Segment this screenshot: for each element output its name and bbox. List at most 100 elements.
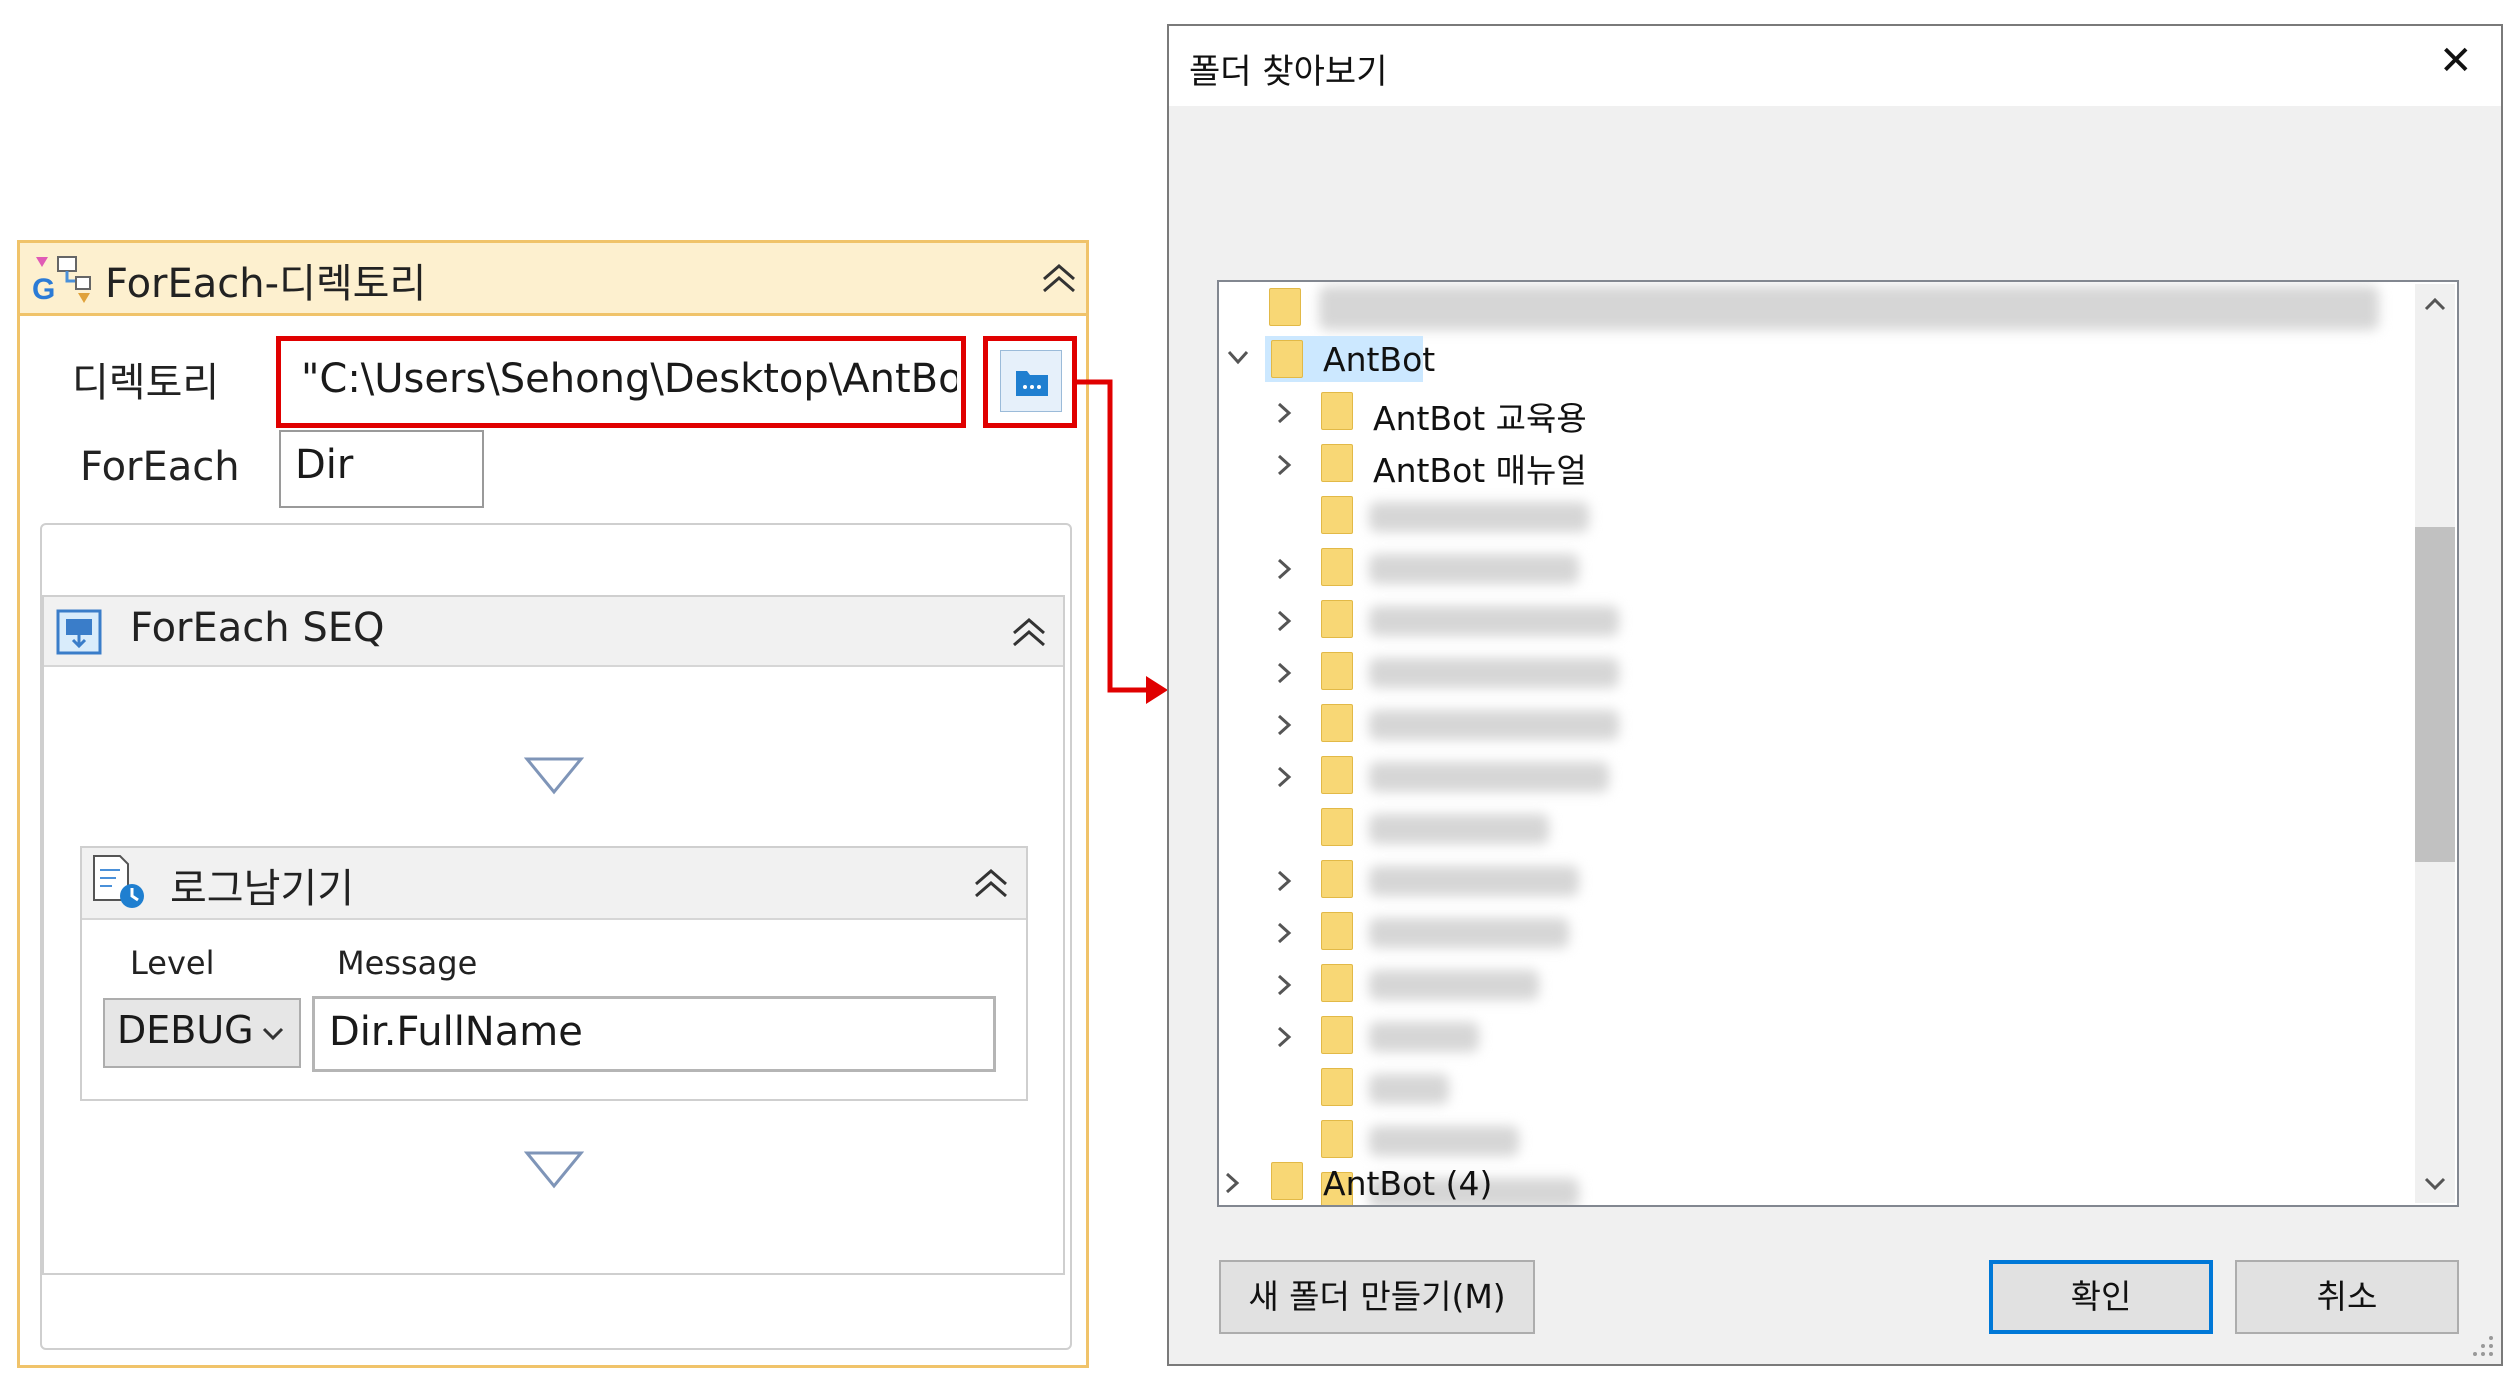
folder-icon — [1321, 392, 1353, 430]
tree-item-antbot[interactable]: AntBot — [1219, 334, 2419, 386]
message-input[interactable]: Dir.FullName — [312, 996, 996, 1072]
chevron-right-icon[interactable] — [1221, 1166, 1245, 1200]
close-icon[interactable]: ✕ — [2439, 38, 2473, 84]
foreach-activity-icon: G — [32, 256, 91, 305]
sequence-icon — [56, 609, 102, 655]
scroll-up-icon[interactable] — [2421, 292, 2449, 316]
tree-item[interactable] — [1219, 1010, 2419, 1062]
blurred-label — [1369, 866, 1579, 896]
blurred-label — [1369, 1074, 1449, 1104]
tree-item[interactable] — [1219, 854, 2419, 906]
log-activity-header[interactable]: 로그남기기 — [82, 848, 1026, 920]
chevron-right-icon[interactable] — [1273, 1020, 1297, 1054]
tree-item[interactable] — [1219, 906, 2419, 958]
tree-item-label: AntBot 매뉴얼 — [1373, 451, 1587, 490]
collapse-chevrons-icon[interactable] — [1010, 615, 1048, 649]
chevron-right-icon[interactable] — [1273, 396, 1297, 430]
folder-icon — [1321, 704, 1353, 742]
folder-icon — [1321, 652, 1353, 690]
folder-icon — [1321, 1068, 1353, 1106]
log-activity-icon — [93, 855, 144, 908]
level-dropdown[interactable]: DEBUG — [103, 998, 301, 1068]
tree-item[interactable] — [1219, 1062, 2419, 1114]
chevron-right-icon[interactable] — [1273, 760, 1297, 794]
folder-icon — [1321, 600, 1353, 638]
chevron-right-icon[interactable] — [1273, 916, 1297, 950]
drop-target-arrow-icon[interactable] — [524, 1150, 584, 1190]
tree-item[interactable] — [1219, 802, 2419, 854]
blurred-label — [1369, 606, 1619, 636]
tree-item[interactable] — [1219, 698, 2419, 750]
tree-item[interactable] — [1219, 490, 2419, 542]
tree-item-antbot-4[interactable]: AntBot (4) — [1219, 1152, 2419, 1204]
message-label: Message — [337, 944, 478, 982]
blurred-label — [1369, 814, 1549, 844]
blurred-label — [1369, 502, 1589, 532]
log-activity-title: 로그남기기 — [170, 866, 354, 912]
collapse-chevrons-icon[interactable] — [972, 866, 1010, 900]
foreach-seq-header[interactable]: ForEach SEQ — [44, 597, 1063, 667]
ok-button[interactable]: 확인 — [1989, 1260, 2213, 1334]
chevron-right-icon[interactable] — [1273, 708, 1297, 742]
folder-icon — [1321, 912, 1353, 950]
folder-icon — [1321, 444, 1353, 482]
tree-item[interactable] — [1219, 542, 2419, 594]
chevron-right-icon[interactable] — [1273, 448, 1297, 482]
directory-input[interactable]: "C:\Users\Sehong\Desktop\AntBot" — [287, 344, 957, 420]
scroll-down-icon[interactable] — [2421, 1172, 2449, 1196]
new-folder-button[interactable]: 새 폴더 만들기(M) — [1219, 1260, 1535, 1334]
tree-item[interactable] — [1219, 594, 2419, 646]
chevron-right-icon[interactable] — [1273, 968, 1297, 1002]
blurred-label — [1369, 658, 1619, 688]
foreach-variable-input[interactable]: Dir — [279, 430, 484, 508]
folder-browse-button[interactable] — [1000, 350, 1062, 412]
folder-icon — [1321, 548, 1353, 586]
folder-icon — [1321, 808, 1353, 846]
blurred-label — [1369, 762, 1609, 792]
folder-icon — [1321, 860, 1353, 898]
tree-item-label: AntBot 교육용 — [1373, 399, 1587, 438]
tree-item-label: AntBot — [1323, 340, 1436, 379]
dialog-title: 폴더 찾아보기 — [1189, 52, 1388, 92]
tree-item[interactable] — [1219, 750, 2419, 802]
svg-text:G: G — [32, 273, 55, 305]
tree-item[interactable]: AntBot 매뉴얼 — [1219, 438, 2419, 490]
chevron-down-icon — [262, 1027, 284, 1041]
folder-icon — [1321, 964, 1353, 1002]
folder-browse-icon — [1016, 371, 1048, 396]
blurred-label — [1369, 710, 1619, 740]
tree-item[interactable] — [1219, 646, 2419, 698]
folder-icon — [1271, 340, 1303, 378]
foreach-label: ForEach — [80, 444, 240, 490]
foreach-activity-header[interactable]: G ForEach-디렉토리 — [20, 243, 1086, 316]
collapse-chevrons-icon[interactable] — [1040, 261, 1078, 295]
connector-arrow — [1076, 379, 1168, 704]
tree-item[interactable] — [1219, 958, 2419, 1010]
level-label: Level — [130, 944, 215, 982]
folder-tree[interactable]: AntBot AntBot 교육용 AntBot 매뉴얼 AntBot (4) — [1217, 280, 2459, 1207]
folder-icon — [1321, 756, 1353, 794]
blurred-label — [1369, 554, 1579, 584]
browse-folder-dialog: 폴더 찾아보기 ✕ AntBot AntBot 교육용 AntBot 매뉴얼 A… — [1167, 24, 2503, 1366]
dialog-titlebar[interactable]: 폴더 찾아보기 ✕ — [1169, 26, 2501, 106]
cancel-button[interactable]: 취소 — [2235, 1260, 2459, 1334]
blurred-label — [1369, 918, 1569, 948]
scrollbar-thumb[interactable] — [2415, 527, 2455, 862]
directory-label: 디렉토리 — [72, 360, 220, 406]
folder-icon — [1271, 1162, 1303, 1200]
chevron-right-icon[interactable] — [1273, 656, 1297, 690]
resize-grip-icon[interactable] — [2469, 1332, 2497, 1360]
drop-target-arrow-icon[interactable] — [524, 756, 584, 796]
chevron-right-icon[interactable] — [1273, 864, 1297, 898]
tree-item-label: AntBot (4) — [1323, 1164, 1493, 1203]
chevron-right-icon[interactable] — [1273, 552, 1297, 586]
foreach-seq-title: ForEach SEQ — [130, 605, 385, 651]
folder-icon — [1269, 288, 1301, 326]
folder-icon — [1321, 1016, 1353, 1054]
tree-item[interactable] — [1219, 282, 2419, 334]
chevron-right-icon[interactable] — [1273, 604, 1297, 638]
tree-item[interactable]: AntBot 교육용 — [1219, 386, 2419, 438]
level-dropdown-value: DEBUG — [117, 1008, 254, 1052]
blurred-label — [1319, 286, 2379, 330]
chevron-down-icon[interactable] — [1223, 338, 1253, 386]
